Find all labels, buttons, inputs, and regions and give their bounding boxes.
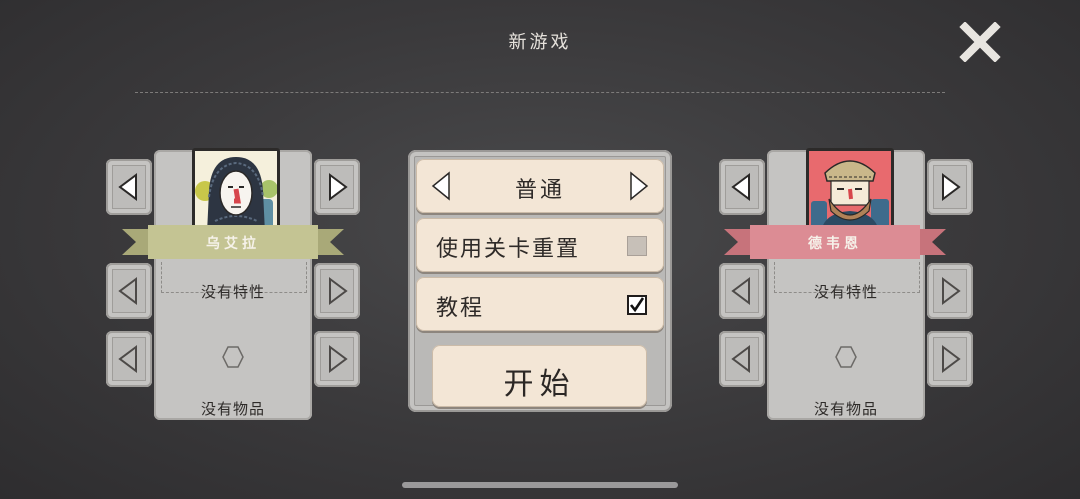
right-name-ribbon-text-holder: 德韦恩: [724, 223, 946, 263]
left-character-prev-button[interactable]: [106, 159, 152, 215]
right-trait-prev-button[interactable]: [719, 263, 765, 319]
hexagon-slot-icon: [222, 346, 244, 368]
tutorial-option[interactable]: 教程: [416, 277, 664, 331]
arrow-right-icon: [329, 345, 348, 373]
header-divider: [135, 92, 945, 93]
left-trait-next-button[interactable]: [314, 263, 360, 319]
arrow-right-icon[interactable]: [628, 171, 650, 201]
arrow-left-icon: [731, 277, 750, 305]
arrow-right-icon: [942, 277, 961, 305]
right-character-prev-button[interactable]: [719, 159, 765, 215]
tutorial-checkbox[interactable]: [627, 295, 647, 315]
difficulty-selector[interactable]: 普通: [416, 159, 664, 213]
home-indicator[interactable]: [402, 482, 678, 488]
arrow-right-icon: [942, 173, 961, 201]
arrow-left-icon: [118, 345, 137, 373]
right-trait-label: 没有特性: [813, 283, 878, 301]
reset-levels-checkbox[interactable]: [627, 236, 647, 256]
left-trait-prev-button[interactable]: [106, 263, 152, 319]
difficulty-value: 普通: [514, 178, 565, 203]
arrow-right-icon: [942, 345, 961, 373]
left-item-prev-button[interactable]: [106, 331, 152, 387]
left-item-label: 没有物品: [200, 400, 265, 418]
left-character-next-button[interactable]: [314, 159, 360, 215]
right-item-next-button[interactable]: [927, 331, 973, 387]
left-character-name: 乌艾拉: [206, 236, 260, 252]
hexagon-slot-icon: [835, 346, 857, 368]
reset-levels-label: 使用关卡重置: [436, 237, 581, 262]
right-character-next-button[interactable]: [927, 159, 973, 215]
arrow-right-icon: [329, 277, 348, 305]
start-button-label: 开始: [503, 367, 576, 402]
arrow-right-icon: [329, 173, 348, 201]
reset-levels-option[interactable]: 使用关卡重置: [416, 218, 664, 272]
right-item-prev-button[interactable]: [719, 331, 765, 387]
left-item-next-button[interactable]: [314, 331, 360, 387]
arrow-left-icon: [731, 345, 750, 373]
right-character-name: 德韦恩: [808, 236, 862, 252]
start-button[interactable]: 开始: [432, 345, 647, 407]
arrow-left-icon: [731, 173, 750, 201]
arrow-left-icon: [118, 277, 137, 305]
tutorial-label: 教程: [436, 296, 485, 321]
left-name-ribbon-text-holder: 乌艾拉: [122, 223, 344, 263]
close-icon[interactable]: [958, 22, 1002, 62]
checkmark-icon: [629, 297, 645, 313]
arrow-left-icon: [118, 173, 137, 201]
page-title: 新游戏: [508, 32, 572, 53]
left-trait-label: 没有特性: [200, 283, 265, 301]
right-trait-next-button[interactable]: [927, 263, 973, 319]
right-item-label: 没有物品: [813, 400, 878, 418]
